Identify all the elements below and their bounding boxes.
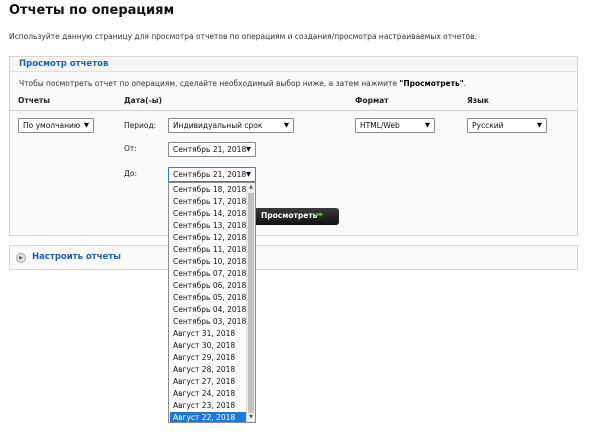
dropdown-option[interactable]: Сентябрь 13, 2018 (170, 220, 246, 232)
dropdown-option-selected[interactable]: Август 22, 2018 (170, 412, 246, 422)
period-label: Период: (124, 121, 157, 130)
dropdown-option[interactable]: Август 23, 2018 (170, 400, 246, 412)
dropdown-option[interactable]: Август 24, 2018 (170, 388, 246, 400)
view-report-button[interactable]: Просмотреть ➡ (250, 208, 339, 225)
custom-reports-label[interactable]: Настроить отчеты (32, 252, 121, 262)
chevron-down-icon: ▼ (246, 145, 251, 153)
dropdown-option[interactable]: Сентябрь 17, 2018 (170, 196, 246, 208)
instruction-action: "Просмотреть" (399, 79, 464, 88)
custom-reports-panel[interactable]: ▶ Настроить отчеты (9, 245, 578, 270)
page-description: Используйте данную страницу для просмотр… (9, 32, 477, 41)
dropdown-scrollbar[interactable]: ▲ ▼ (246, 183, 255, 422)
expand-icon[interactable]: ▶ (16, 253, 26, 263)
from-label: От: (124, 144, 137, 153)
chevron-down-icon: ▼ (284, 121, 289, 129)
chevron-down-icon: ▼ (537, 121, 542, 129)
dropdown-option[interactable]: Август 29, 2018 (170, 352, 246, 364)
report-viewer-title: Просмотр отчетов (19, 59, 109, 69)
dropdown-option[interactable]: Сентябрь 06, 2018 (170, 280, 246, 292)
report-select-value: По умолчанию (23, 121, 81, 130)
instruction-suffix: . (463, 79, 467, 88)
language-select-value: Русский (472, 121, 504, 130)
column-header-reports: Отчеты (18, 96, 51, 105)
to-date-dropdown-list[interactable]: Сентябрь 18, 2018 Сентябрь 17, 2018 Сент… (168, 182, 256, 423)
scrollbar-thumb[interactable] (248, 193, 254, 413)
report-select[interactable]: По умолчанию ▼ (18, 118, 94, 133)
report-viewer-header: Просмотр отчетов (10, 57, 577, 72)
column-header-language: Язык (467, 96, 490, 105)
dropdown-option[interactable]: Август 31, 2018 (170, 328, 246, 340)
header-divider (10, 110, 577, 111)
dropdown-option[interactable]: Сентябрь 07, 2018 (170, 268, 246, 280)
column-header-date: Дата(-ы) (124, 96, 162, 105)
period-select[interactable]: Индивидуальный срок ▼ (168, 118, 294, 133)
from-date-select[interactable]: Сентябрь 21, 2018 ▼ (168, 142, 256, 157)
dropdown-option[interactable]: Сентябрь 14, 2018 (170, 208, 246, 220)
dropdown-option[interactable]: Август 27, 2018 (170, 376, 246, 388)
to-date-value: Сентябрь 21, 2018 (173, 170, 247, 179)
from-date-value: Сентябрь 21, 2018 (173, 145, 247, 154)
dropdown-option[interactable]: Сентябрь 11, 2018 (170, 244, 246, 256)
dropdown-option[interactable]: Сентябрь 05, 2018 (170, 292, 246, 304)
arrow-right-icon: ➡ (315, 210, 323, 220)
instruction-text: Чтобы посмотреть отчет по операциям, сде… (19, 79, 466, 88)
to-label: До: (124, 169, 137, 178)
chevron-down-icon: ▼ (84, 121, 89, 129)
view-report-label: Просмотреть (261, 211, 318, 220)
dropdown-option[interactable]: Сентябрь 04, 2018 (170, 304, 246, 316)
dropdown-option[interactable]: Сентябрь 10, 2018 (170, 256, 246, 268)
dropdown-option[interactable]: Август 30, 2018 (170, 340, 246, 352)
chevron-down-icon: ▼ (246, 170, 251, 178)
dropdown-option[interactable]: Сентябрь 12, 2018 (170, 232, 246, 244)
dropdown-option[interactable]: Август 28, 2018 (170, 364, 246, 376)
to-date-select[interactable]: Сентябрь 21, 2018 ▼ (168, 167, 256, 182)
format-select-value: HTML/Web (360, 121, 400, 130)
language-select[interactable]: Русский ▼ (467, 118, 547, 133)
period-select-value: Индивидуальный срок (173, 121, 263, 130)
dropdown-option[interactable]: Сентябрь 18, 2018 (170, 184, 246, 196)
instruction-prefix: Чтобы посмотреть отчет по операциям, сде… (19, 79, 400, 88)
column-header-format: Формат (355, 96, 389, 105)
scroll-down-icon[interactable]: ▼ (247, 413, 255, 422)
format-select[interactable]: HTML/Web ▼ (355, 118, 435, 133)
chevron-down-icon: ▼ (425, 121, 430, 129)
scroll-up-icon[interactable]: ▲ (247, 183, 255, 192)
page-title: Отчеты по операциям (9, 3, 175, 18)
dropdown-option[interactable]: Сентябрь 03, 2018 (170, 316, 246, 328)
